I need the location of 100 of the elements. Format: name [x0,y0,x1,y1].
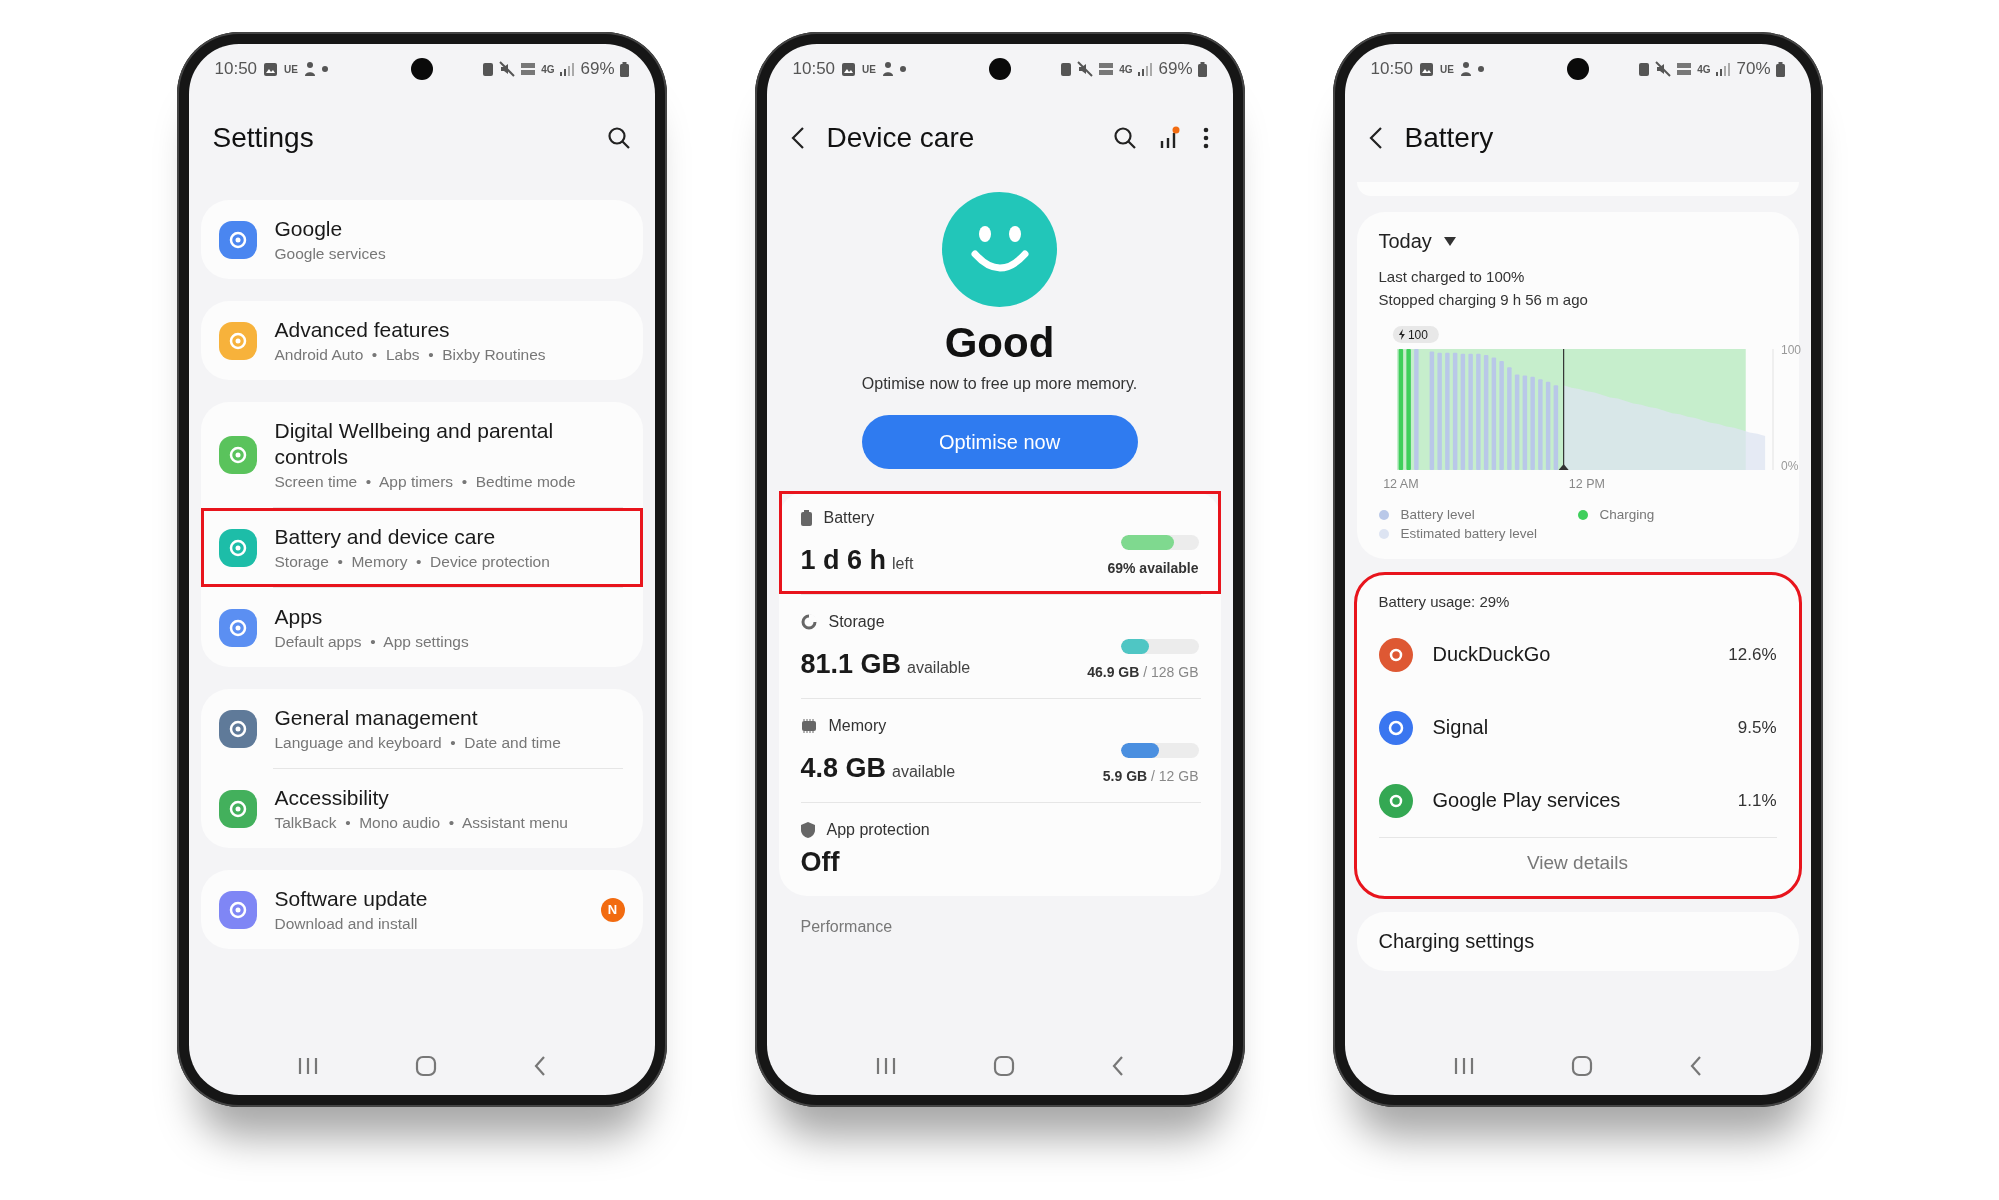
back-icon[interactable] [1368,126,1383,150]
status-time: 10:50 [1370,59,1414,79]
settings-item[interactable]: General management Language and keyboard • Date and time [200,689,643,768]
item-title: Apps [274,604,324,630]
network-type: 4G [541,63,555,75]
metric-section[interactable]: Memory 4.8 GB available 5.9 GB / 12 GB [778,699,1221,802]
app-name: Signal [1432,716,1490,739]
item-subtitle: Google services [274,245,387,263]
period-dropdown[interactable]: Today [1378,230,1456,253]
metric-label: Battery [823,509,875,527]
settings-item[interactable]: Advanced features Android Auto • Labs • Bixby Routines [200,301,643,380]
back-icon[interactable] [790,126,805,150]
x-tick-label: 12 PM [1568,477,1605,491]
legend-label: Charging [1599,507,1655,522]
settings-item[interactable]: Apps Default apps • App settings [200,588,643,667]
item-subtitle: Language and keyboard • Date and time [274,734,562,752]
more-options-icon[interactable] [1202,127,1209,149]
metric-section[interactable]: Storage 81.1 GB available 46.9 GB / 128 GB [778,595,1221,698]
metric-unit: available [907,659,971,677]
home-icon[interactable] [992,1055,1015,1077]
metric-value: 4.8 GB [800,753,887,784]
metric-reading: 5.9 GB / 12 GB [1102,768,1199,784]
signal-icon [1137,62,1154,76]
search-icon[interactable] [606,126,631,150]
metric-label: Storage [828,613,885,631]
notification-badge: N [600,897,625,922]
battery-icon [800,510,812,526]
charge-info: Stopped charging 9 h 56 m ago [1378,290,1589,310]
app-usage-percent: 9.5% [1737,717,1777,738]
signal-icon [1715,62,1732,76]
screen-title: Battery [1404,122,1495,154]
metric-label: App protection [826,821,930,839]
status-time: 10:50 [214,59,258,79]
home-icon[interactable] [414,1055,437,1077]
person-icon [881,61,894,77]
recents-icon[interactable] [874,1056,897,1076]
status-message: Optimise now to free up more memory. [861,375,1138,393]
mute-icon [499,61,516,77]
search-icon[interactable] [1112,126,1137,150]
legend-label: Battery level [1400,507,1475,522]
pie-icon [800,614,817,630]
item-subtitle: Download and install [274,915,419,933]
bar-chart-icon[interactable] [1158,126,1181,150]
metric-label: Memory [828,717,887,735]
charging-settings-card[interactable]: Charging settings [1356,912,1799,971]
metric-unit: available [892,763,956,781]
device-status: Good [944,319,1055,367]
metric-value: Off [800,847,840,878]
battery-icon [1197,61,1207,77]
recents-icon[interactable] [296,1056,319,1076]
battery-icon [1775,61,1785,77]
home-icon[interactable] [1570,1055,1593,1077]
y-tick-label: 0% [1780,459,1798,473]
item-subtitle: Default apps • App settings [274,633,470,651]
screen-title: Settings [212,122,315,154]
app-usage-percent: 12.6% [1728,644,1777,665]
caret-icon [1443,237,1456,246]
y-tick-label: 100 [1780,343,1801,357]
chip-icon [800,718,817,734]
settings-item[interactable]: Google Google services [200,200,643,279]
status-tag: UE [1440,63,1454,75]
item-subtitle: Screen time • App timers • Bedtime mode [274,473,577,491]
metric-section[interactable]: App protection Off [778,803,1221,896]
settings-item[interactable]: Accessibility TalkBack • Mono audio • Assistant menu [200,769,643,848]
recents-icon[interactable] [1452,1056,1475,1076]
section-title: Charging settings [1378,930,1536,953]
metric-reading: 46.9 GB / 128 GB [1087,664,1199,680]
status-tag: UE [862,63,876,75]
network-type: 4G [1119,63,1133,75]
signal-icon [559,62,576,76]
dot-icon [1477,66,1484,72]
item-title: Google [274,216,344,242]
front-camera [1566,58,1589,80]
settings-item[interactable]: Software update Download and install N [200,870,643,949]
app-name: DuckDuckGo [1432,643,1552,666]
item-subtitle: Storage • Memory • Device protection [274,553,551,571]
person-icon [303,61,316,77]
metric-section[interactable]: Battery 1 d 6 h left 69% available [778,491,1221,594]
usage-title: Battery usage: 29% [1378,593,1511,610]
dot-icon [899,66,906,72]
item-title: Accessibility [274,785,390,811]
battery-percent: 69% [580,59,615,79]
network-type: 4G [1697,63,1711,75]
person-icon [1459,61,1472,77]
image-icon [841,61,857,77]
view-details-button[interactable]: View details [1526,838,1628,878]
front-camera [988,58,1011,80]
settings-item[interactable]: Digital Wellbeing and parental controls Screen time • App timers • Bedtime mode [200,402,643,507]
item-title: Advanced features [274,317,451,343]
item-subtitle: TalkBack • Mono audio • Assistant menu [274,814,569,832]
metric-value: 1 d 6 h [800,545,887,576]
app-usage-percent: 1.1% [1737,790,1777,811]
metric-unit: left [892,555,914,573]
status-time: 10:50 [792,59,836,79]
settings-item[interactable]: Battery and device care Storage • Memory • Device protection [200,508,643,587]
item-subtitle: Android Auto • Labs • Bixby Routines [274,346,547,364]
optimise-button[interactable]: Optimise now [861,415,1138,469]
status-tag: UE [284,63,298,75]
mute-icon [1655,61,1672,77]
item-title: General management [274,705,479,731]
